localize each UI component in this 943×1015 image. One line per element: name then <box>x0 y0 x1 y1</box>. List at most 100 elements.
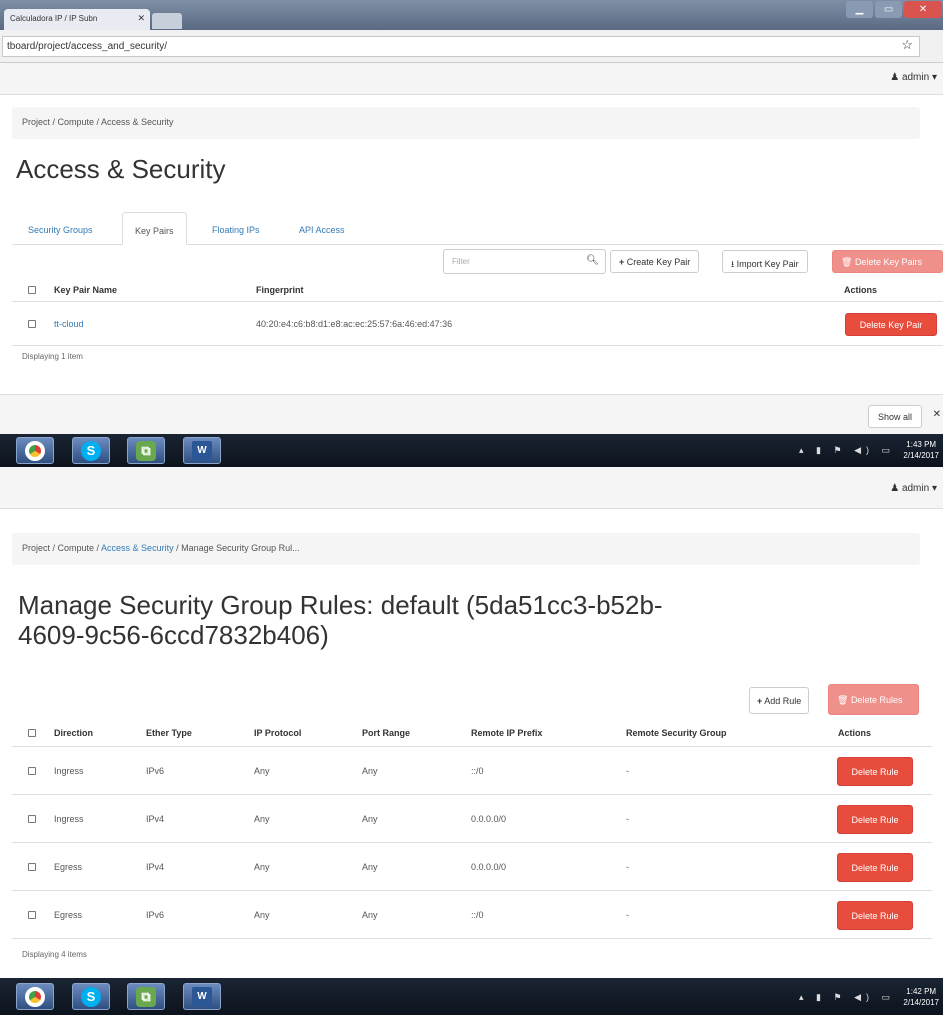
divider <box>12 890 932 891</box>
create-key-pair-button[interactable]: + Create Key Pair <box>610 250 700 273</box>
breadcrumb-link[interactable]: Access & Security <box>101 543 174 553</box>
skype-icon[interactable]: S <box>72 983 110 1010</box>
create-key-pair-label: Create Key Pair <box>626 257 691 267</box>
chrome-icon[interactable] <box>16 437 54 464</box>
minimize-button[interactable]: ▁ <box>846 1 874 18</box>
clock-date: 2/14/2017 <box>903 998 939 1007</box>
row-checkbox[interactable] <box>28 767 36 775</box>
word-icon[interactable]: W <box>183 983 221 1010</box>
row-checkbox[interactable] <box>28 815 36 823</box>
table-cell-port: Any <box>362 910 378 920</box>
row-checkbox[interactable] <box>28 863 36 871</box>
page-title-line2: 4609-9c56-6ccd7832b406) <box>18 620 329 650</box>
row-checkbox[interactable] <box>28 320 36 328</box>
table-cell-direction: Egress <box>54 862 83 872</box>
table-cell-protocol: Any <box>254 910 270 920</box>
tab-key-pairs[interactable]: Key Pairs <box>122 212 187 245</box>
horizon-topbar: ♟ admin ▾ <box>0 63 943 95</box>
maximize-button[interactable]: ▭ <box>875 1 903 18</box>
table-cell-port: Any <box>362 766 378 776</box>
add-rule-button[interactable]: + Add Rule <box>749 687 810 714</box>
system-tray[interactable]: ▴ ▮ ⚑ ◀) ▭ <box>799 445 895 456</box>
system-tray[interactable]: ▴ ▮ ⚑ ◀) ▭ <box>799 992 895 1003</box>
new-tab-button[interactable] <box>152 13 182 29</box>
delete-rules-button[interactable]: 🗑︎ Delete Rules <box>828 684 919 715</box>
close-icon[interactable]: ✕ <box>933 409 941 420</box>
delete-rule-button[interactable]: Delete Rule <box>837 805 913 834</box>
table-cell-protocol: Any <box>254 862 270 872</box>
tab-close-icon[interactable]: ✕ <box>137 13 145 24</box>
divider <box>12 345 943 346</box>
clock[interactable]: 1:42 PM 2/14/2017 <box>903 986 939 1008</box>
table-cell-direction: Ingress <box>54 814 84 824</box>
select-all-checkbox[interactable] <box>28 286 36 294</box>
table-cell-protocol: Any <box>254 814 270 824</box>
tab-security-groups[interactable]: Security Groups <box>28 212 93 245</box>
table-cell-group: - <box>626 814 629 824</box>
windows-taskbar: S ⧉ W ▴ ▮ ⚑ ◀) ▭ 1:42 PM 2/14/2017 <box>0 978 943 1015</box>
breadcrumb-current: / Manage Security Group Rul... <box>173 543 300 553</box>
divider <box>12 794 932 795</box>
word-icon[interactable]: W <box>183 437 221 464</box>
column-header: Actions <box>838 728 872 738</box>
column-header[interactable]: Ether Type <box>146 728 192 738</box>
delete-key-pair-button[interactable]: Delete Key Pair <box>845 313 937 336</box>
table-footer: Displaying 4 items <box>22 950 87 959</box>
column-header[interactable]: Key Pair Name <box>54 285 117 295</box>
delete-rule-button[interactable]: Delete Rule <box>837 853 913 882</box>
url-input[interactable]: tboard/project/access_and_security/ <box>2 36 920 57</box>
delete-key-pairs-label: Delete Key Pairs <box>854 257 922 267</box>
show-all-button[interactable]: Show all <box>868 405 923 428</box>
column-header[interactable]: Remote IP Prefix <box>471 728 542 738</box>
filter-input[interactable]: Filter 🔍︎ <box>443 249 606 274</box>
divider <box>12 301 943 302</box>
import-key-pair-button[interactable]: ⭳ Import Key Pair <box>722 250 808 273</box>
tab-floating-ips[interactable]: Floating IPs <box>212 212 260 245</box>
browser-titlebar: Calculadora IP / IP Subn ✕ ▁ ▭ ✕ <box>0 0 943 30</box>
delete-rule-button[interactable]: Delete Rule <box>837 757 913 786</box>
delete-rule-button[interactable]: Delete Rule <box>837 901 913 930</box>
column-header[interactable]: Port Range <box>362 728 410 738</box>
bookmark-star-icon[interactable]: ☆ <box>901 37 913 53</box>
table-cell-ether: IPv4 <box>146 814 165 824</box>
tab-api-access[interactable]: API Access <box>299 212 345 245</box>
tab-title: Calculadora IP / IP Subn <box>10 14 98 23</box>
skype-icon[interactable]: S <box>72 437 110 464</box>
search-icon[interactable]: 🔍︎ <box>586 255 599 266</box>
address-bar-area: tboard/project/access_and_security/ ☆ <box>0 30 943 63</box>
delete-rules-label: Delete Rules <box>850 695 903 705</box>
download-bar: Show all ✕ <box>0 394 943 434</box>
close-window-button[interactable]: ✕ <box>904 1 942 18</box>
column-header[interactable]: Remote Security Group <box>626 728 727 738</box>
select-all-checkbox[interactable] <box>28 729 36 737</box>
browser-tab[interactable]: Calculadora IP / IP Subn ✕ <box>4 9 150 30</box>
page-title-line1: Manage Security Group Rules: default (5d… <box>18 590 663 620</box>
vmware-icon[interactable]: ⧉ <box>127 437 165 464</box>
delete-key-pairs-button[interactable]: 🗑︎ Delete Key Pairs <box>832 250 943 273</box>
table-cell-prefix: ::/0 <box>471 910 484 920</box>
user-menu[interactable]: ♟ admin ▾ <box>890 483 937 494</box>
vmware-icon[interactable]: ⧉ <box>127 983 165 1010</box>
table-cell-prefix: ::/0 <box>471 766 484 776</box>
row-checkbox[interactable] <box>28 911 36 919</box>
page-title: Manage Security Group Rules: default (5d… <box>18 590 663 650</box>
user-name: admin <box>901 72 930 83</box>
tab-bar: Security Groups Key Pairs Floating IPs A… <box>12 212 943 245</box>
table-cell-direction: Ingress <box>54 766 84 776</box>
divider <box>12 842 932 843</box>
column-header[interactable]: Fingerprint <box>256 285 304 295</box>
table-cell-ether: IPv4 <box>146 862 165 872</box>
table-cell-port: Any <box>362 814 378 824</box>
clock-date: 2/14/2017 <box>903 451 939 460</box>
key-pair-link[interactable]: tt-cloud <box>54 319 84 329</box>
divider <box>12 938 932 939</box>
chrome-icon[interactable] <box>16 983 54 1010</box>
table-cell-protocol: Any <box>254 766 270 776</box>
table-cell-prefix: 0.0.0.0/0 <box>471 814 507 824</box>
table-cell-prefix: 0.0.0.0/0 <box>471 862 507 872</box>
breadcrumb: Project / Compute / Access & Security <box>12 107 920 139</box>
clock[interactable]: 1:43 PM 2/14/2017 <box>903 439 939 461</box>
column-header[interactable]: Direction <box>54 728 93 738</box>
column-header[interactable]: IP Protocol <box>254 728 301 738</box>
user-menu[interactable]: ♟ admin ▾ <box>890 72 937 83</box>
